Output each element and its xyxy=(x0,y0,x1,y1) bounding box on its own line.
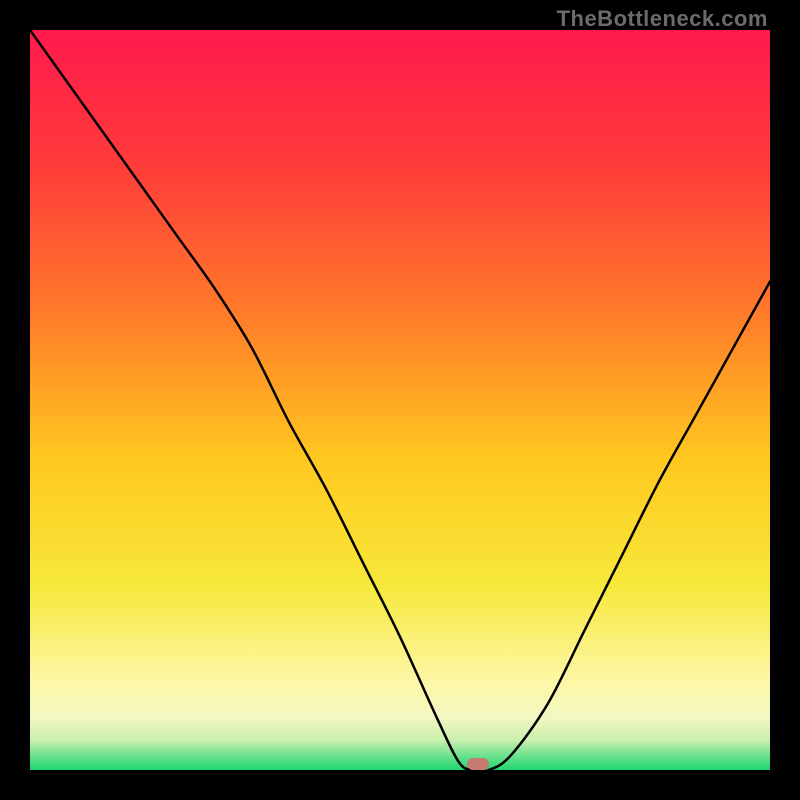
optimal-marker xyxy=(467,758,489,770)
watermark-text: TheBottleneck.com xyxy=(557,6,768,32)
bottleneck-curve xyxy=(30,30,770,770)
plot-area xyxy=(30,30,770,770)
chart-frame: TheBottleneck.com xyxy=(0,0,800,800)
